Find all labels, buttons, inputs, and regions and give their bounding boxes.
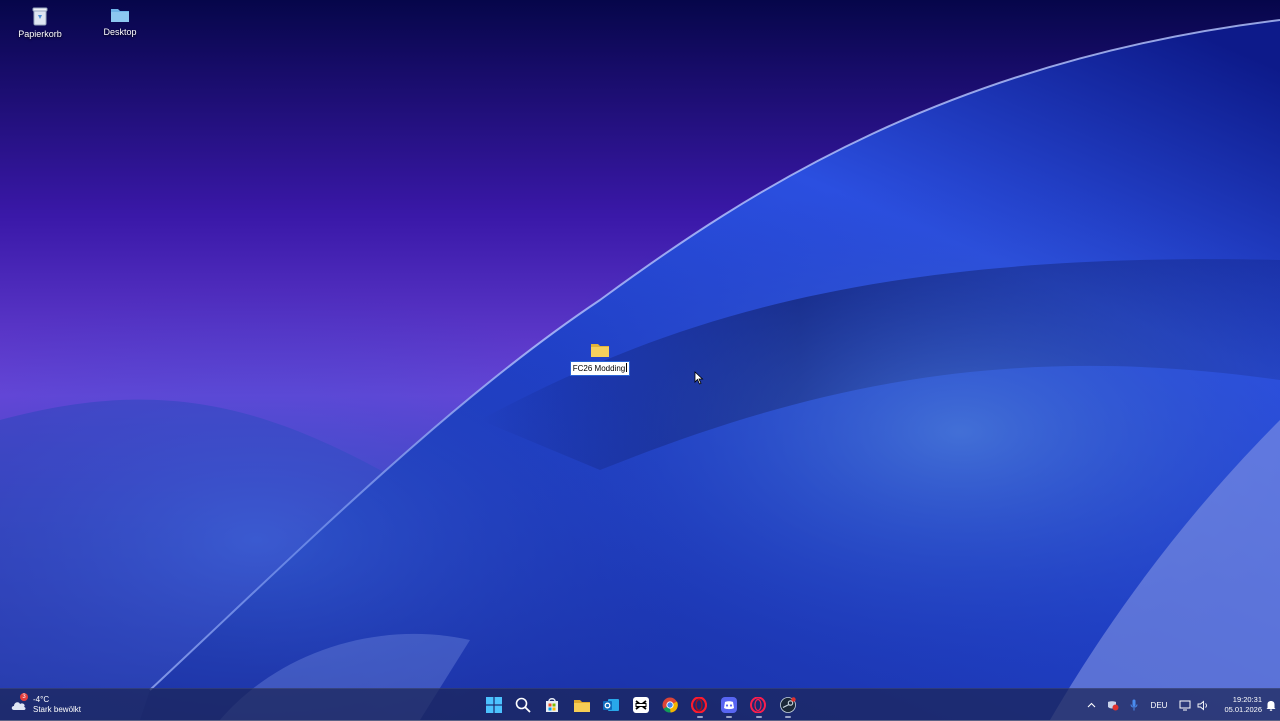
desktop-wallpaper: [0, 0, 1280, 720]
taskbar-app-file-explorer[interactable]: [567, 691, 596, 719]
opera-gx-icon: [750, 697, 767, 713]
chevron-up-icon: [1087, 702, 1095, 708]
clock-button[interactable]: 19:20:31 05.01.2026: [1218, 689, 1262, 721]
taskbar: 3 -4°C Stark bewölkt DEU 19:20:31 05.01.…: [0, 688, 1280, 721]
weather-condition: Stark bewölkt: [33, 705, 82, 714]
notification-center-button[interactable]: [1264, 689, 1278, 721]
weather-temperature: -4°C: [33, 695, 50, 704]
chrome-icon: [662, 697, 678, 713]
taskbar-app-steam[interactable]: [773, 691, 802, 719]
taskbar-app-chrome[interactable]: [655, 691, 684, 719]
text-caret: [626, 363, 628, 372]
taskbar-apps: [479, 691, 802, 719]
desktop-icon-recycle-bin[interactable]: Papierkorb: [5, 6, 75, 40]
clock-time: 19:20:31: [1232, 695, 1262, 704]
steam-icon: [779, 697, 796, 713]
taskbar-app-outlook[interactable]: [597, 691, 626, 719]
windows-start-icon: [485, 697, 502, 713]
taskbar-app-capcut[interactable]: [626, 691, 655, 719]
system-tray: DEU 19:20:31 05.01.2026: [1070, 689, 1280, 721]
input-language-button[interactable]: DEU: [1146, 689, 1172, 721]
running-indicator: [755, 716, 762, 718]
microphone-tray-button[interactable]: [1124, 689, 1144, 721]
weather-alert-badge: 3: [20, 693, 28, 701]
taskbar-app-store[interactable]: [538, 691, 567, 719]
security-tray-button[interactable]: [1102, 689, 1122, 721]
notification-icon: [1266, 700, 1276, 711]
microphone-icon: [1130, 699, 1138, 711]
capcut-icon: [632, 697, 649, 713]
taskbar-app-opera[interactable]: [685, 691, 714, 719]
store-icon: [546, 698, 559, 712]
taskbar-app-discord[interactable]: [714, 691, 743, 719]
rename-text-field[interactable]: FC26 Modding: [569, 361, 631, 376]
desktop-icon-desktop-folder[interactable]: Desktop: [85, 6, 155, 38]
search-icon: [515, 697, 531, 713]
search-button[interactable]: [508, 691, 537, 719]
volume-icon: [1197, 700, 1207, 710]
folder-icon: [573, 699, 590, 712]
running-indicator: [696, 716, 703, 718]
network-tray-button[interactable]: [1176, 689, 1194, 721]
network-icon: [1179, 700, 1191, 710]
rename-field-value: FC26 Modding: [572, 364, 626, 373]
desktop-icon-label: Desktop: [103, 27, 137, 37]
recycle-bin-icon: [32, 7, 48, 26]
running-indicator: [784, 716, 791, 718]
taskbar-app-opera-gx[interactable]: [744, 691, 773, 719]
start-button[interactable]: [479, 691, 508, 719]
discord-icon: [720, 697, 737, 713]
show-hidden-icons-button[interactable]: [1082, 689, 1100, 721]
desktop-icon-renaming-folder[interactable]: FC26 Modding: [565, 342, 635, 376]
clock-date: 05.01.2026: [1224, 705, 1262, 714]
desktop-icon-label: Papierkorb: [18, 29, 62, 39]
volume-tray-button[interactable]: [1194, 689, 1212, 721]
opera-icon: [691, 697, 708, 713]
outlook-icon: [602, 699, 619, 711]
running-indicator: [726, 716, 733, 718]
security-shield-icon: [1107, 701, 1118, 711]
folder-icon: [591, 344, 609, 357]
weather-widget[interactable]: 3 -4°C Stark bewölkt: [10, 692, 81, 718]
mouse-cursor-icon: [694, 371, 704, 385]
folder-icon: [111, 9, 129, 22]
